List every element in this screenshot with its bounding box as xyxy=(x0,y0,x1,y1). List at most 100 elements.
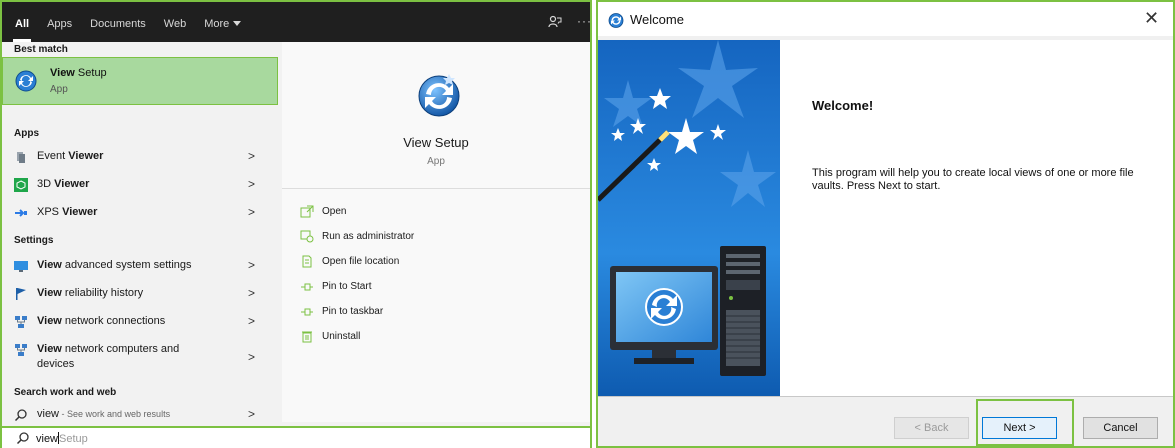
file-location-icon xyxy=(302,255,312,268)
search-input[interactable]: viewSetup xyxy=(2,426,590,448)
view-setup-app-icon xyxy=(15,70,37,92)
label-rest: network connections xyxy=(61,315,166,327)
label-rest: network computers and xyxy=(61,343,180,355)
web-hint: - See work and web results xyxy=(59,409,171,419)
3d-viewer-icon xyxy=(14,178,28,192)
result-event-viewer[interactable]: Event Viewer > xyxy=(2,144,280,170)
tab-more[interactable]: More xyxy=(195,18,250,42)
search-icon xyxy=(14,409,27,422)
xps-viewer-icon xyxy=(15,209,27,217)
result-label: View reliability history xyxy=(37,287,143,299)
result-label: View network connections xyxy=(37,315,165,327)
view-setup-app-icon xyxy=(608,13,624,28)
result-label-line2: devices xyxy=(37,358,75,370)
preview-pane: View Setup App Open Run as administrator… xyxy=(282,42,590,422)
windows-search-panel: All Apps Documents Web More ··· Best mat… xyxy=(0,0,592,448)
action-label: Uninstall xyxy=(322,331,361,342)
best-match-view-setup[interactable]: View Setup App xyxy=(2,57,278,105)
divider xyxy=(282,188,590,189)
dialog-title: Welcome xyxy=(630,12,684,27)
best-match-title: View Setup xyxy=(50,67,107,79)
result-label: View network computers and xyxy=(37,343,179,355)
tab-all[interactable]: All xyxy=(6,18,38,42)
chevron-right-icon[interactable]: > xyxy=(248,149,255,163)
pin-icon xyxy=(301,283,313,291)
results-list: Best match View Setup App Apps Event Vie… xyxy=(2,42,280,422)
best-match-subtitle: App xyxy=(50,84,68,95)
preview-subtitle: App xyxy=(427,156,445,167)
label-pre: XPS xyxy=(37,206,63,218)
view-setup-app-icon xyxy=(418,74,460,117)
chevron-right-icon[interactable]: > xyxy=(248,407,255,421)
flag-icon xyxy=(16,288,26,300)
chevron-right-icon[interactable]: > xyxy=(248,205,255,219)
section-apps: Apps xyxy=(14,128,39,139)
more-options-icon[interactable]: ··· xyxy=(577,14,592,28)
label-rest: advanced system settings xyxy=(61,259,192,271)
label-pre: Event xyxy=(37,150,69,162)
shield-run-icon xyxy=(300,230,314,243)
chevron-right-icon[interactable]: > xyxy=(248,258,255,272)
next-button[interactable]: Next > xyxy=(982,417,1057,439)
action-open[interactable]: Open xyxy=(300,204,500,222)
tab-web[interactable]: Web xyxy=(155,18,195,42)
best-match-title-rest: Setup xyxy=(74,67,107,79)
result-reliability-history[interactable]: View reliability history > xyxy=(2,281,280,307)
result-advanced-system-settings[interactable]: View advanced system settings > xyxy=(2,253,280,279)
action-label: Run as administrator xyxy=(322,231,415,242)
best-match-title-bold: View xyxy=(50,67,75,79)
dialog-heading: Welcome! xyxy=(812,98,874,113)
label-bold: View xyxy=(37,315,62,327)
tab-documents[interactable]: Documents xyxy=(81,18,155,42)
search-tab-bar: All Apps Documents Web More ··· xyxy=(2,2,592,42)
network-icon xyxy=(15,344,27,356)
chevron-right-icon[interactable]: > xyxy=(248,314,255,328)
result-web-search[interactable]: view - See work and web results > xyxy=(2,405,280,423)
label-bold: View xyxy=(37,259,62,271)
feedback-icon[interactable] xyxy=(548,15,564,31)
welcome-dialog: Welcome ✕ Welcome! This program will hel… xyxy=(596,0,1175,448)
dialog-description: This program will help you to create loc… xyxy=(812,167,1134,192)
tab-apps[interactable]: Apps xyxy=(38,18,81,42)
result-label: 3D Viewer xyxy=(37,178,89,190)
back-button[interactable]: < Back xyxy=(894,417,969,439)
event-viewer-icon xyxy=(17,152,25,163)
action-run-as-admin[interactable]: Run as administrator xyxy=(300,229,500,247)
label-bold: View xyxy=(37,343,62,355)
action-label: Open file location xyxy=(322,256,400,267)
chevron-right-icon[interactable]: > xyxy=(248,350,255,364)
result-network-connections[interactable]: View network connections > xyxy=(2,309,280,335)
action-label: Open xyxy=(322,206,347,217)
label-bold: View xyxy=(37,287,62,299)
action-open-file-location[interactable]: Open file location xyxy=(300,254,500,272)
open-icon xyxy=(300,205,314,218)
result-network-computers[interactable]: View network computers and devices > xyxy=(2,337,280,377)
action-uninstall[interactable]: Uninstall xyxy=(300,329,500,347)
search-query: viewSetup xyxy=(36,432,88,445)
action-label: Pin to Start xyxy=(322,281,372,292)
close-icon[interactable]: ✕ xyxy=(1144,8,1159,29)
label-rest: reliability history xyxy=(61,287,144,299)
web-query: view xyxy=(37,408,60,420)
search-suggestion: Setup xyxy=(59,433,88,445)
section-search-web: Search work and web xyxy=(14,387,117,398)
result-label: view - See work and web results xyxy=(37,408,170,420)
result-xps-viewer[interactable]: XPS Viewer > xyxy=(2,200,280,226)
action-pin-to-taskbar[interactable]: Pin to taskbar xyxy=(300,304,500,322)
monitor-settings-icon xyxy=(14,261,28,272)
preview-title: View Setup xyxy=(403,135,469,150)
action-pin-to-start[interactable]: Pin to Start xyxy=(300,279,500,297)
tab-more-label: More xyxy=(204,18,230,30)
search-icon xyxy=(16,432,29,445)
label-pre: 3D xyxy=(37,178,55,190)
wizard-banner-image xyxy=(598,40,780,396)
chevron-right-icon[interactable]: > xyxy=(248,177,255,191)
label-bold: Viewer xyxy=(62,206,98,218)
section-best-match: Best match xyxy=(14,44,68,55)
cancel-button[interactable]: Cancel xyxy=(1083,417,1158,439)
caret-down-icon xyxy=(233,21,242,26)
result-3d-viewer[interactable]: 3D Viewer > xyxy=(2,172,280,198)
result-label: Event Viewer xyxy=(37,150,103,162)
result-label: XPS Viewer xyxy=(37,206,97,218)
chevron-right-icon[interactable]: > xyxy=(248,286,255,300)
